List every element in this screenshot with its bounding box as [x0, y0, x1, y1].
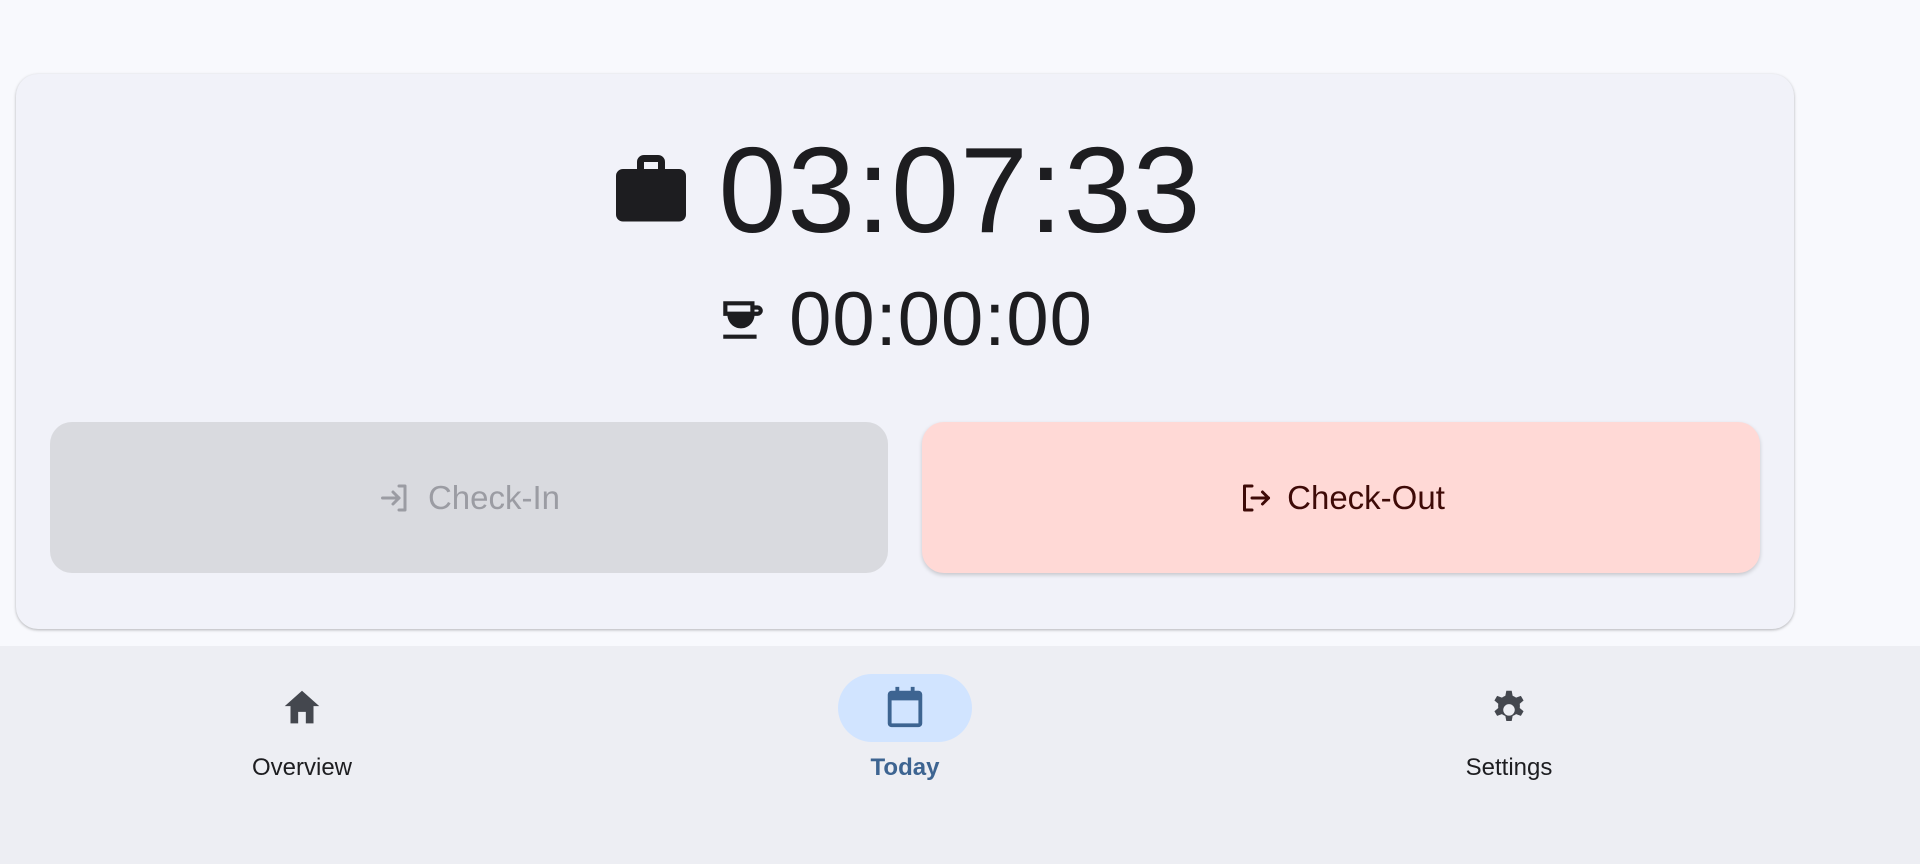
bottom-navigation-bar: Overview Today Settings	[0, 646, 1920, 864]
nav-item-settings[interactable]: Settings	[1359, 674, 1659, 782]
break-timer-row: 00:00:00	[16, 280, 1794, 360]
break-time-display: 00:00:00	[789, 277, 1093, 362]
nav-item-overview[interactable]: Overview	[152, 674, 452, 782]
nav-label-overview: Overview	[251, 754, 353, 781]
nav-active-indicator	[838, 674, 972, 742]
nav-icon-container	[1442, 674, 1576, 742]
nav-item-today[interactable]: Today	[755, 674, 1055, 782]
coffee-cup-icon	[717, 295, 767, 345]
check-in-label: Check-In	[427, 478, 561, 516]
check-out-label: Check-Out	[1287, 478, 1445, 516]
check-in-button[interactable]: Check-In	[50, 422, 888, 573]
app-screen: 03:07:33 00:00:00 Check-In Check-Out Ove…	[0, 0, 1920, 864]
home-icon	[279, 685, 325, 731]
calendar-icon	[882, 685, 928, 731]
work-timer-row: 03:07:33	[16, 122, 1794, 258]
check-out-button[interactable]: Check-Out	[922, 422, 1760, 573]
gear-icon	[1486, 685, 1532, 731]
time-tracker-card: 03:07:33 00:00:00 Check-In Check-Out	[16, 74, 1794, 629]
logout-icon	[1237, 480, 1273, 516]
nav-icon-container	[235, 674, 369, 742]
login-icon	[378, 480, 414, 516]
nav-label-today: Today	[870, 754, 940, 781]
work-time-display: 03:07:33	[718, 122, 1202, 258]
nav-label-settings: Settings	[1465, 754, 1553, 781]
briefcase-icon	[609, 148, 693, 232]
